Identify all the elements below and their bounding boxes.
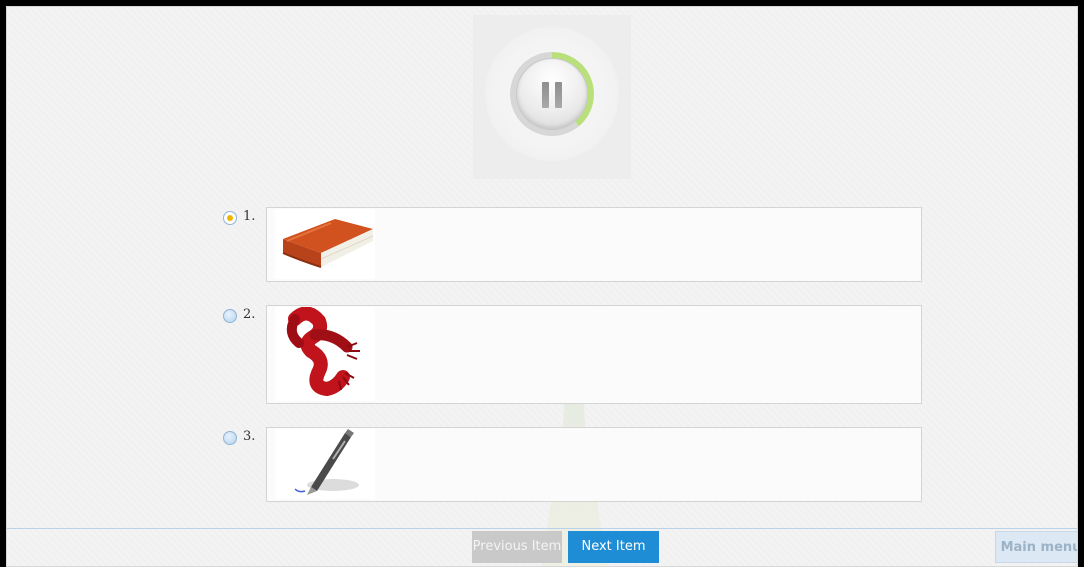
option-number: 1. <box>243 209 256 224</box>
footer-navigation: Previous Item Next Item Main menu <box>7 528 1077 566</box>
audio-player <box>473 15 631 179</box>
option-radio-1[interactable] <box>223 211 237 225</box>
option-number: 3. <box>243 429 256 444</box>
option-number: 2. <box>243 307 256 322</box>
option-radio-2[interactable] <box>223 309 237 323</box>
option-card-3[interactable] <box>266 427 922 502</box>
option-card-1[interactable] <box>266 207 922 282</box>
next-item-button[interactable]: Next Item <box>568 531 659 563</box>
main-menu-button[interactable]: Main menu <box>995 531 1077 563</box>
pause-button[interactable] <box>510 52 594 136</box>
previous-item-button[interactable]: Previous Item <box>472 531 562 563</box>
scarf-image <box>275 307 375 401</box>
pause-icon <box>516 58 588 130</box>
book-image <box>275 209 375 279</box>
pen-image <box>275 429 375 499</box>
option-radio-3[interactable] <box>223 431 237 445</box>
quiz-frame: 1. 2. 3. Previous Item Next Item Main me… <box>6 6 1078 567</box>
pause-bar-left <box>542 82 549 108</box>
option-card-2[interactable] <box>266 305 922 404</box>
pause-bar-right <box>555 82 562 108</box>
